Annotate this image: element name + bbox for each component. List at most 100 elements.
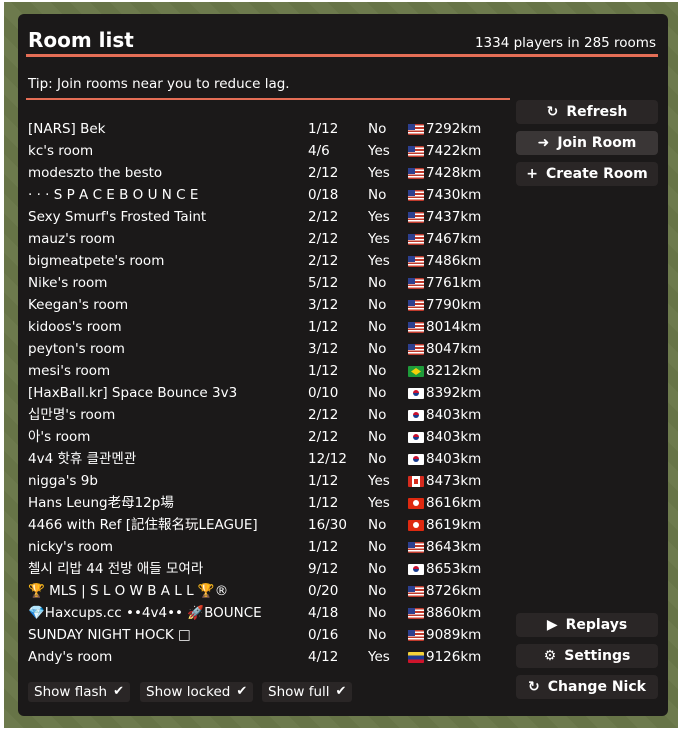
room-players: 1/12	[308, 495, 339, 511]
room-row[interactable]: Sexy Smurf's Frosted Taint 2/12 Yes 7437km	[26, 206, 510, 228]
room-players: 2/12	[308, 429, 339, 445]
room-password: Yes	[368, 231, 390, 247]
room-row[interactable]: SUNDAY NIGHT HOCK □ 0/16 No 9089km	[26, 624, 510, 646]
room-row[interactable]: nigga's 9b 1/12 Yes 8473km	[26, 470, 510, 492]
change-nick-button[interactable]: ↻ Change Nick	[516, 675, 658, 699]
room-players: 0/10	[308, 385, 339, 401]
room-row[interactable]: nicky's room 1/12 No 8643km	[26, 536, 510, 558]
flag-kr-icon	[408, 564, 424, 575]
change-nick-label: Change Nick	[547, 679, 646, 695]
show-flash-toggle[interactable]: Show flash ✔	[28, 682, 130, 702]
room-players: 5/12	[308, 275, 339, 291]
room-row[interactable]: 아's room 2/12 No 8403km	[26, 426, 510, 448]
room-name: 첼시 리밥 44 전방 애들 모여라	[28, 561, 204, 577]
room-password: No	[368, 385, 387, 401]
flag-us-icon	[408, 256, 424, 267]
room-row[interactable]: kidoos's room 1/12 No 8014km	[26, 316, 510, 338]
room-list-dialog: Room list 1334 players in 285 rooms Tip:…	[18, 14, 668, 716]
flag-us-icon	[408, 146, 424, 157]
room-name: Andy's room	[28, 649, 113, 665]
room-row[interactable]: Hans Leung老母12p場 1/12 Yes 8616km	[26, 492, 510, 514]
player-count: 1334 players in 285 rooms	[474, 35, 656, 51]
show-locked-label: Show locked	[146, 684, 231, 700]
join-room-button[interactable]: ➜ Join Room	[516, 131, 658, 155]
room-players: 3/12	[308, 297, 339, 313]
room-password: No	[368, 275, 387, 291]
create-room-button[interactable]: + Create Room	[516, 162, 658, 186]
room-password: No	[368, 561, 387, 577]
room-row[interactable]: kc's room 4/6 Yes 7422km	[26, 140, 510, 162]
room-distance: 7422km	[426, 143, 482, 159]
check-icon: ✔	[113, 684, 124, 699]
room-distance: 8212km	[426, 363, 482, 379]
check-icon: ✔	[335, 684, 347, 699]
flag-kr-icon	[408, 432, 424, 443]
room-players: 4/12	[308, 649, 339, 665]
room-row[interactable]: 4v4 핫휴 클관멘관 12/12 No 8403km	[26, 448, 510, 470]
settings-button[interactable]: ⚙ Settings	[516, 644, 658, 668]
room-distance: 7761km	[426, 275, 482, 291]
create-room-label: Create Room	[545, 166, 648, 182]
room-name: [HaxBall.kr] Space Bounce 3v3	[28, 385, 238, 401]
room-row[interactable]: mesi's room 1/12 No 8212km	[26, 360, 510, 382]
room-name: [NARS] Bek	[28, 121, 106, 137]
check-icon: ✔	[236, 684, 248, 699]
room-row[interactable]: modeszto the besto 2/12 Yes 7428km	[26, 162, 510, 184]
room-row[interactable]: Nike's room 5/12 No 7761km	[26, 272, 510, 294]
room-row[interactable]: mauz's room 2/12 Yes 7467km	[26, 228, 510, 250]
room-row[interactable]: Keegan's room 3/12 No 7790km	[26, 294, 510, 316]
room-password: No	[368, 187, 387, 203]
room-row[interactable]: 십만명's room 2/12 No 8403km	[26, 404, 510, 426]
flag-ca-icon	[408, 476, 424, 487]
room-row[interactable]: Andy's room 4/12 Yes 9126km	[26, 646, 510, 667]
room-distance: 8726km	[426, 583, 482, 599]
show-full-toggle[interactable]: Show full ✔	[262, 682, 353, 702]
room-distance: 7428km	[426, 165, 482, 181]
room-name: 4v4 핫휴 클관멘관	[28, 451, 137, 467]
room-players: 12/12	[308, 451, 347, 467]
room-row[interactable]: 4466 with Ref [記住報名玩LEAGUE] 16/30 No 8619km	[26, 514, 510, 536]
room-distance: 8616km	[426, 495, 482, 511]
room-row[interactable]: · · · S P A C E B O U N C E 0/18 No 7430km	[26, 184, 510, 206]
room-name: bigmeatpete's room	[28, 253, 165, 269]
room-row[interactable]: 🏆 MLS | S L O W B A L L 🏆® 0/20 No 8726km	[26, 580, 510, 602]
room-password: Yes	[368, 143, 390, 159]
room-name: nicky's room	[28, 539, 114, 555]
room-password: No	[368, 297, 387, 313]
replays-button[interactable]: ▶ Replays	[516, 613, 658, 637]
room-row[interactable]: [NARS] Bek 1/12 No 7292km	[26, 118, 510, 140]
flag-us-icon	[408, 190, 424, 201]
room-row[interactable]: bigmeatpete's room 2/12 Yes 7486km	[26, 250, 510, 272]
room-distance: 8403km	[426, 407, 482, 423]
refresh-button[interactable]: ↻ Refresh	[516, 100, 658, 124]
title-divider	[26, 54, 658, 57]
play-icon: ▶	[546, 617, 558, 633]
room-password: No	[368, 121, 387, 137]
room-password: No	[368, 341, 387, 357]
flag-br-icon	[408, 366, 424, 377]
room-row[interactable]: [HaxBall.kr] Space Bounce 3v3 0/10 No 8392k…	[26, 382, 510, 404]
refresh-icon: ↻	[546, 104, 559, 120]
room-name: mesi's room	[28, 363, 111, 379]
room-password: No	[368, 627, 387, 643]
room-players: 2/12	[308, 209, 339, 225]
room-name: Sexy Smurf's Frosted Taint	[28, 209, 207, 225]
room-name: 🏆 MLS | S L O W B A L L 🏆®	[28, 583, 229, 599]
show-locked-toggle[interactable]: Show locked ✔	[140, 682, 254, 702]
room-password: Yes	[368, 165, 390, 181]
flag-us-icon	[408, 630, 424, 641]
room-password: No	[368, 319, 387, 335]
room-list[interactable]: [NARS] Bek 1/12 No 7292km kc's room 4/6 Yes 742…	[26, 102, 510, 667]
room-distance: 8619km	[426, 517, 482, 533]
room-players: 16/30	[308, 517, 347, 533]
room-row[interactable]: 💎Haxcups.cc ••4v4•• 🚀BOUNCE 4/18 No 8860km	[26, 602, 510, 624]
room-players: 4/18	[308, 605, 339, 621]
flag-hk-icon	[408, 498, 424, 509]
room-row[interactable]: 첼시 리밥 44 전방 애들 모여라 9/12 No 8653km	[26, 558, 510, 580]
room-row[interactable]: peyton's room 3/12 No 8047km	[26, 338, 510, 360]
room-players: 3/12	[308, 341, 339, 357]
room-distance: 7486km	[426, 253, 482, 269]
tip-divider	[26, 98, 510, 100]
room-players: 4/6	[308, 143, 330, 159]
refresh-icon: ↻	[528, 679, 540, 695]
